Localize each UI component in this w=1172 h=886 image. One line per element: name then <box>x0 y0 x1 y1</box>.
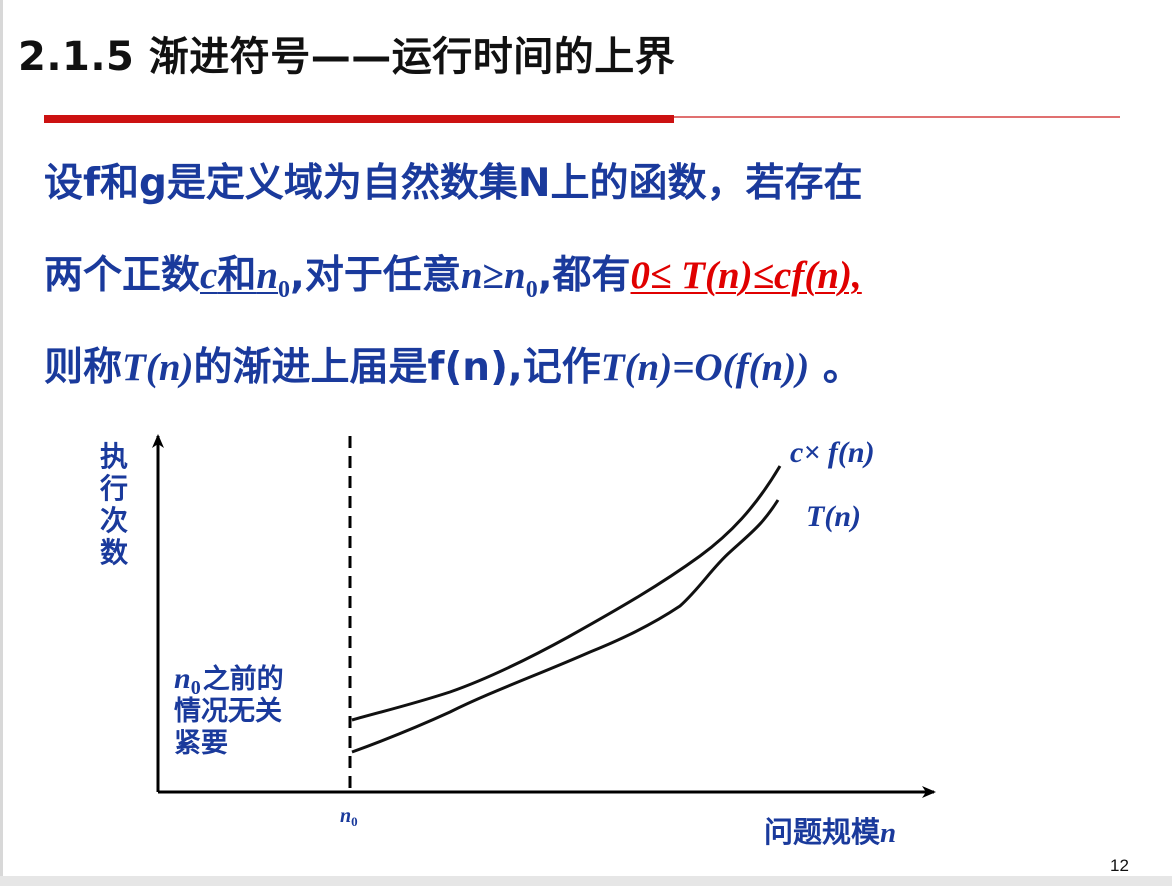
page-number: 12 <box>1110 856 1129 875</box>
region-note-var: n <box>174 662 191 695</box>
region-note: n0之前的 情况无关 紧要 <box>174 662 284 759</box>
curve-c-times-f <box>351 465 782 722</box>
y-label-char-2: 行 <box>99 472 128 505</box>
curve-lower-label: T(n) <box>806 500 861 533</box>
upper-bound-figure: 执 行 次 数 问题规模n n0 n0之前的 情况无关 紧要 c× f(n) T… <box>99 434 936 849</box>
n0-tick-label: n0 <box>340 805 358 829</box>
curve-T <box>351 499 780 754</box>
x-axis-label-text: 问题规模 <box>764 815 881 849</box>
n0-tick-sub: 0 <box>351 814 358 829</box>
region-note-line-1: n0之前的 <box>174 662 284 699</box>
curve-upper-label: c× f(n) <box>790 436 875 469</box>
region-note-text-1: 之前的 <box>203 663 284 695</box>
y-label-char-4: 数 <box>100 536 129 569</box>
y-label-char-3: 次 <box>100 504 128 537</box>
region-note-line-2: 情况无关 <box>174 696 282 727</box>
slide: 2.1.5 渐进符号——运行时间的上界 设f和g是定义域为自然数集N上的函数，若… <box>0 0 1172 886</box>
y-label-char-1: 执 <box>100 440 128 473</box>
x-axis-label: 问题规模n <box>764 815 896 849</box>
region-note-line-3: 紧要 <box>174 728 228 759</box>
n0-tick-n: n <box>340 805 351 827</box>
x-axis-var: n <box>880 817 896 849</box>
y-axis-label: 执 行 次 数 <box>99 440 129 569</box>
